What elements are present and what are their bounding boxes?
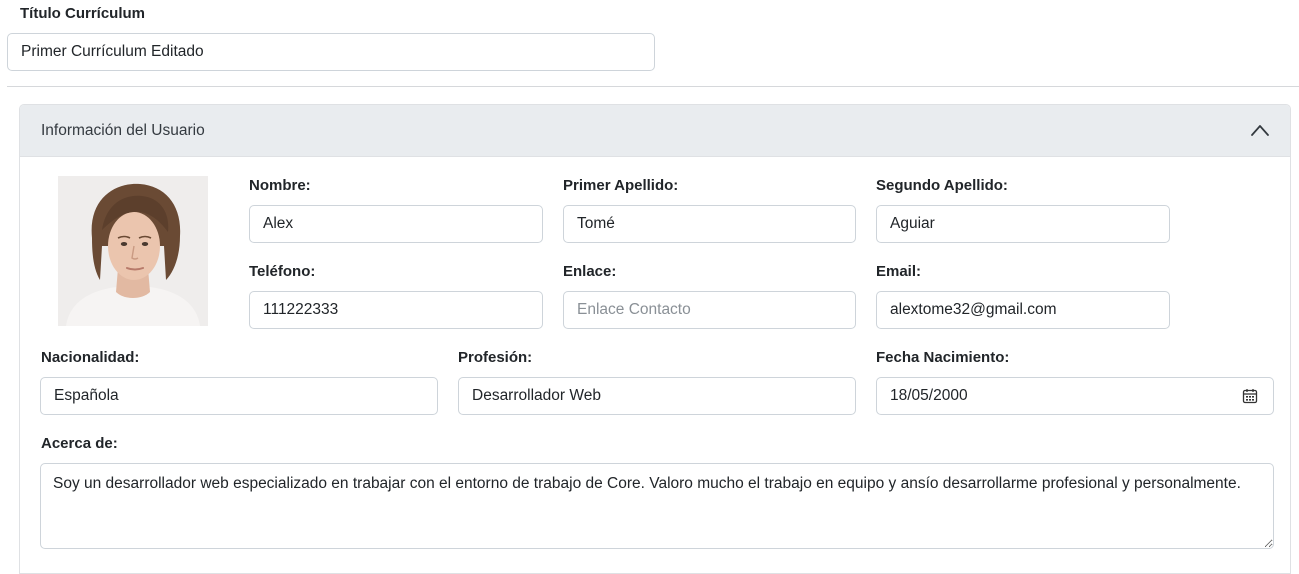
nacionalidad-label: Nacionalidad: bbox=[41, 349, 140, 366]
segundo-apellido-input[interactable] bbox=[876, 205, 1170, 243]
acerca-de-textarea[interactable]: Soy un desarrollador web especializado e… bbox=[40, 463, 1274, 549]
nacionalidad-input[interactable] bbox=[40, 377, 438, 415]
fecha-nacimiento-label: Fecha Nacimiento: bbox=[876, 349, 1010, 366]
email-input[interactable] bbox=[876, 291, 1170, 329]
fecha-nacimiento-input[interactable] bbox=[876, 377, 1274, 415]
primer-apellido-label: Primer Apellido: bbox=[563, 177, 679, 194]
nombre-label: Nombre: bbox=[249, 177, 311, 194]
profesion-label: Profesión: bbox=[458, 349, 533, 366]
telefono-label: Teléfono: bbox=[249, 263, 316, 280]
profesion-input[interactable] bbox=[458, 377, 856, 415]
curriculum-title-label: Título Currículum bbox=[20, 5, 145, 22]
enlace-label: Enlace: bbox=[563, 263, 617, 280]
segundo-apellido-label: Segundo Apellido: bbox=[876, 177, 1008, 194]
user-info-accordion-header[interactable]: Información del Usuario bbox=[20, 105, 1290, 157]
telefono-input[interactable] bbox=[249, 291, 543, 329]
acerca-de-label: Acerca de: bbox=[41, 435, 118, 452]
profile-photo bbox=[58, 176, 208, 326]
user-info-title: Información del Usuario bbox=[41, 122, 205, 139]
divider bbox=[7, 86, 1299, 87]
nombre-input[interactable] bbox=[249, 205, 543, 243]
calendar-icon[interactable] bbox=[1242, 388, 1258, 404]
primer-apellido-input[interactable] bbox=[563, 205, 856, 243]
chevron-up-icon[interactable] bbox=[1250, 123, 1270, 137]
curriculum-title-input[interactable] bbox=[7, 33, 655, 71]
enlace-input[interactable] bbox=[563, 291, 856, 329]
email-label: Email: bbox=[876, 263, 922, 280]
